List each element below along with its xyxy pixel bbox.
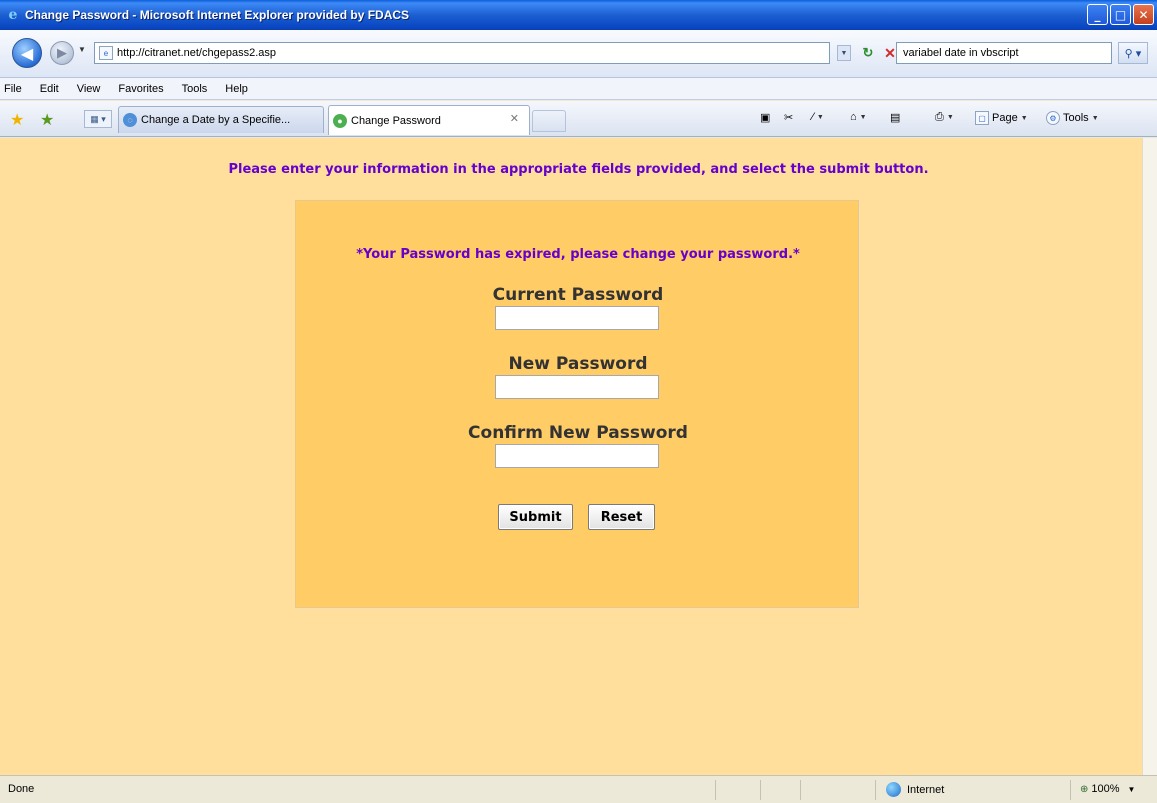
tab-change-password[interactable]: ● Change Password ✕ xyxy=(328,105,530,135)
close-icon[interactable]: ✕ xyxy=(1133,4,1154,25)
page-icon: ◌ xyxy=(123,113,137,127)
chevron-down-icon: ▼ xyxy=(1020,114,1028,122)
menu-file[interactable]: File xyxy=(4,83,22,95)
new-password-label: New Password xyxy=(508,354,648,374)
page-menu-icon: ▢ xyxy=(975,111,989,125)
chevron-down-icon: ▼ xyxy=(1091,114,1099,122)
tools-menu-label: Tools xyxy=(1063,112,1089,124)
address-field[interactable]: e http://citranet.net/chgepass2.asp xyxy=(94,42,830,64)
confirm-password-input[interactable] xyxy=(495,444,659,468)
current-password-input[interactable] xyxy=(495,306,659,330)
tab-label: Change Password xyxy=(351,114,441,127)
menu-tools[interactable]: Tools xyxy=(182,83,208,95)
menu-edit[interactable]: Edit xyxy=(40,83,59,95)
close-tab-icon[interactable]: ✕ xyxy=(510,112,519,125)
history-dropdown-icon[interactable]: ▼ xyxy=(78,45,86,54)
page-content: Please enter your information in the app… xyxy=(0,138,1142,775)
globe-icon xyxy=(886,782,901,797)
add-favorites-icon[interactable]: ★ xyxy=(40,110,54,130)
quick-tabs-button[interactable]: ▦ ▾ xyxy=(84,110,112,128)
chevron-down-icon: ▼ xyxy=(1127,784,1136,794)
menu-view[interactable]: View xyxy=(77,83,101,95)
page-menu-label: Page xyxy=(992,112,1018,124)
new-tab-button[interactable] xyxy=(532,110,566,132)
status-divider xyxy=(800,780,801,800)
page-icon: e xyxy=(99,46,113,60)
new-password-input[interactable] xyxy=(495,375,659,399)
address-url[interactable]: http://citranet.net/chgepass2.asp xyxy=(117,47,276,59)
favorites-star-icon[interactable]: ★ xyxy=(10,110,24,130)
back-arrow-icon: ◀ xyxy=(20,43,34,63)
ie-icon: e xyxy=(8,7,18,23)
zoom-control[interactable]: ⊕ 100% ▼ xyxy=(1080,783,1135,795)
submit-button[interactable]: Submit xyxy=(498,504,573,530)
research-icon[interactable]: ✂ xyxy=(784,111,793,124)
status-divider xyxy=(875,780,876,800)
highlight-icon[interactable]: ⁄ ▼ xyxy=(812,111,824,123)
status-text: Done xyxy=(8,783,35,795)
zoom-level: 100% xyxy=(1091,783,1120,795)
read-mail-icon[interactable]: ▤ xyxy=(890,111,900,124)
print-icon[interactable]: ⎙ ▼ xyxy=(935,111,954,124)
forward-arrow-icon: ▶ xyxy=(57,45,67,61)
forward-button[interactable]: ▶ xyxy=(50,41,74,65)
vertical-scrollbar[interactable] xyxy=(1142,138,1157,775)
current-password-label: Current Password xyxy=(492,285,664,305)
back-button[interactable]: ◀ xyxy=(12,38,42,68)
minimize-icon[interactable]: _ xyxy=(1087,4,1108,25)
site-icon: ● xyxy=(333,113,347,128)
page-menu[interactable]: ▢ Page ▼ xyxy=(975,111,1028,125)
menu-help[interactable]: Help xyxy=(225,83,248,95)
tab-bar: ★ ★ ▦ ▾ ◌ Change a Date by a Specifie...… xyxy=(0,101,1157,137)
menu-favorites[interactable]: Favorites xyxy=(118,83,163,95)
home-icon[interactable]: ⌂ ▼ xyxy=(850,111,867,123)
feeds-icon[interactable]: ▣ xyxy=(760,111,770,124)
status-divider xyxy=(1070,780,1071,800)
status-bar: Done Internet ⊕ 100% ▼ xyxy=(0,775,1157,803)
status-divider xyxy=(715,780,716,800)
menu-bar: File Edit View Favorites Tools Help xyxy=(0,78,1157,100)
search-button[interactable]: ⚲ ▾ xyxy=(1118,42,1148,64)
title-bar: e Change Password - Microsoft Internet E… xyxy=(0,0,1157,30)
tab-change-a-date[interactable]: ◌ Change a Date by a Specifie... xyxy=(118,106,324,133)
zone-label: Internet xyxy=(907,783,945,796)
maximize-icon[interactable]: □ xyxy=(1110,4,1131,25)
address-toolbar: ◀ ▶ ▼ e http://citranet.net/chgepass2.as… xyxy=(0,30,1157,78)
zoom-icon: ⊕ xyxy=(1080,783,1089,795)
tab-label: Change a Date by a Specifie... xyxy=(141,114,291,126)
tools-menu[interactable]: ⚙ Tools ▼ xyxy=(1046,111,1099,125)
confirm-password-label: Confirm New Password xyxy=(468,423,688,443)
reset-button[interactable]: Reset xyxy=(588,504,655,530)
tools-gear-icon: ⚙ xyxy=(1046,111,1060,125)
expired-notice: *Your Password has expired, please chang… xyxy=(356,247,800,262)
refresh-icon[interactable]: ↻ xyxy=(858,44,878,62)
window-title: Change Password - Microsoft Internet Exp… xyxy=(25,8,410,22)
quick-tabs-icon: ▦ ▾ xyxy=(90,113,106,124)
address-dropdown-icon[interactable]: ▼ xyxy=(837,45,851,61)
search-icon: ⚲ ▾ xyxy=(1124,47,1142,60)
status-divider xyxy=(760,780,761,800)
change-password-panel: *Your Password has expired, please chang… xyxy=(295,200,859,608)
window-controls: _ □ ✕ xyxy=(1087,4,1154,25)
security-zone[interactable]: Internet xyxy=(886,782,944,797)
intro-text: Please enter your information in the app… xyxy=(228,162,929,177)
search-input[interactable]: variabel date in vbscript xyxy=(896,42,1112,64)
